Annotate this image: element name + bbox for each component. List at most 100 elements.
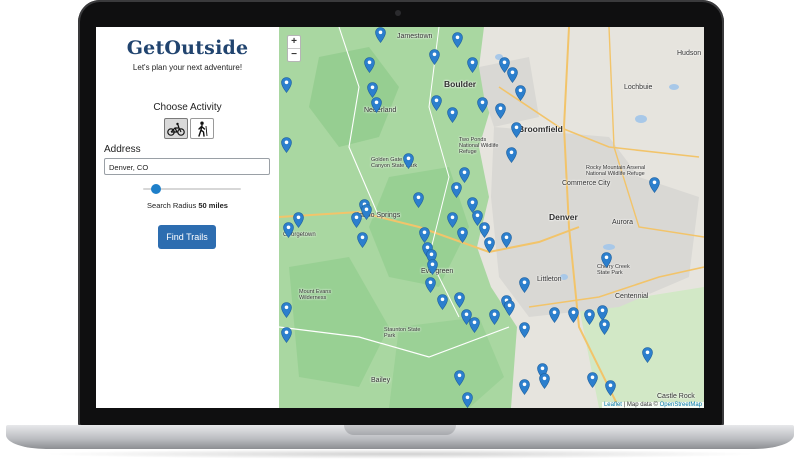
lake-2 — [669, 84, 679, 90]
place-label: Commerce City — [562, 180, 611, 187]
trail-marker-icon[interactable] — [403, 153, 414, 169]
place-label: Boulder — [444, 79, 477, 89]
place-label: Castle Rock — [657, 393, 695, 400]
place-label: Denver — [549, 212, 578, 222]
place-label: Lochbuie — [624, 84, 653, 91]
trail-marker-icon[interactable] — [539, 373, 550, 389]
search-radius-value: 50 miles — [198, 201, 228, 210]
lake-1 — [635, 115, 647, 123]
trail-marker-icon[interactable] — [281, 302, 292, 318]
trail-marker-icon[interactable] — [283, 222, 294, 238]
place-label: Hudson — [677, 50, 702, 57]
trail-marker-icon[interactable] — [515, 85, 526, 101]
place-label: Bailey — [371, 377, 391, 384]
place-label: Centennial — [615, 293, 649, 300]
trail-marker-icon[interactable] — [457, 227, 468, 243]
trail-marker-icon[interactable] — [357, 232, 368, 248]
trail-marker-icon[interactable] — [364, 57, 375, 73]
trail-marker-icon[interactable] — [568, 307, 579, 323]
app-tagline: Let's plan your next adventure! — [132, 63, 243, 72]
trail-marker-icon[interactable] — [599, 319, 610, 335]
trail-marker-icon[interactable] — [519, 322, 530, 338]
trail-marker-icon[interactable] — [454, 370, 465, 386]
trail-marker-icon[interactable] — [427, 259, 438, 275]
trail-map[interactable]: Jamestown Boulder Broomfield Lochbuie Hu… — [279, 27, 704, 408]
trail-marker-icon[interactable] — [601, 252, 612, 268]
trail-marker-icon[interactable] — [281, 77, 292, 93]
app-screen: GetOutside Let's plan your next adventur… — [96, 27, 704, 408]
trail-marker-icon[interactable] — [506, 147, 517, 163]
trail-marker-icon[interactable] — [447, 107, 458, 123]
bike-activity-button[interactable] — [164, 118, 188, 139]
zoom-in-button[interactable]: + — [288, 36, 300, 49]
trail-marker-icon[interactable] — [454, 292, 465, 308]
bicycle-icon — [167, 122, 185, 136]
trail-marker-icon[interactable] — [351, 212, 362, 228]
hiker-icon — [198, 121, 208, 137]
trail-marker-icon[interactable] — [549, 307, 560, 323]
trail-marker-icon[interactable] — [507, 67, 518, 83]
search-radius-text: Search Radius 50 miles — [96, 201, 279, 210]
search-radius-label: Search Radius — [147, 201, 197, 210]
trail-marker-icon[interactable] — [459, 167, 470, 183]
choose-activity-label: Choose Activity — [153, 102, 222, 113]
trail-marker-icon[interactable] — [367, 82, 378, 98]
trail-marker-icon[interactable] — [413, 192, 424, 208]
trail-marker-icon[interactable] — [281, 137, 292, 153]
lake-3 — [603, 244, 615, 250]
trail-marker-icon[interactable] — [469, 317, 480, 333]
trail-marker-icon[interactable] — [371, 97, 382, 113]
trail-marker-icon[interactable] — [419, 227, 430, 243]
trail-marker-icon[interactable] — [642, 347, 653, 363]
trail-marker-icon[interactable] — [605, 380, 616, 396]
attribution-separator: | Map data © — [621, 402, 660, 408]
trail-marker-icon[interactable] — [519, 379, 530, 395]
trail-marker-icon[interactable] — [584, 309, 595, 325]
address-label: Address — [104, 144, 141, 155]
trail-marker-icon[interactable] — [429, 49, 440, 65]
trail-marker-icon[interactable] — [504, 300, 515, 316]
webcam — [395, 10, 401, 16]
radius-slider-thumb[interactable] — [151, 184, 161, 194]
place-label: Staunton State Park — [384, 327, 421, 339]
trail-marker-icon[interactable] — [519, 277, 530, 293]
place-label: Aurora — [612, 219, 634, 226]
trail-marker-icon[interactable] — [479, 222, 490, 238]
sidebar: GetOutside Let's plan your next adventur… — [96, 27, 279, 408]
osm-link[interactable]: OpenStreetMap — [660, 402, 702, 408]
trail-marker-icon[interactable] — [375, 27, 386, 43]
hike-activity-button[interactable] — [190, 118, 214, 139]
address-input[interactable]: Denver, CO — [104, 158, 270, 175]
place-label: Mount Evans Wilderness — [299, 289, 332, 301]
trail-marker-icon[interactable] — [451, 182, 462, 198]
place-label: Rocky Mountain Arsenal National Wildlife… — [586, 165, 646, 177]
trail-marker-icon[interactable] — [511, 122, 522, 138]
find-trails-button[interactable]: Find Trails — [158, 225, 216, 249]
trail-marker-icon[interactable] — [495, 103, 506, 119]
trail-marker-icon[interactable] — [425, 277, 436, 293]
trail-marker-icon[interactable] — [467, 57, 478, 73]
place-label: Jamestown — [397, 33, 433, 40]
trail-marker-icon[interactable] — [587, 372, 598, 388]
laptop-notch — [344, 425, 456, 435]
trail-marker-icon[interactable] — [484, 237, 495, 253]
trail-marker-icon[interactable] — [501, 232, 512, 248]
trail-marker-icon[interactable] — [447, 212, 458, 228]
zoom-out-button[interactable]: − — [288, 49, 300, 61]
place-label: Two Ponds National Wildlife Refuge — [459, 137, 499, 155]
trail-marker-icon[interactable] — [431, 95, 442, 111]
zoom-control: + − — [287, 35, 301, 62]
place-label: Littleton — [537, 276, 562, 283]
trail-marker-icon[interactable] — [462, 392, 473, 408]
trail-marker-icon[interactable] — [361, 204, 372, 220]
trail-marker-icon[interactable] — [649, 177, 660, 193]
trail-marker-icon[interactable] — [489, 309, 500, 325]
trail-marker-icon[interactable] — [477, 97, 488, 113]
trail-marker-icon[interactable] — [281, 327, 292, 343]
trail-marker-icon[interactable] — [293, 212, 304, 228]
map-attribution: Leaflet | Map data © OpenStreetMap — [601, 402, 704, 408]
trail-marker-icon[interactable] — [437, 294, 448, 310]
leaflet-link[interactable]: Leaflet — [604, 402, 622, 408]
trail-marker-icon[interactable] — [452, 32, 463, 48]
app-logo: GetOutside — [126, 37, 249, 59]
